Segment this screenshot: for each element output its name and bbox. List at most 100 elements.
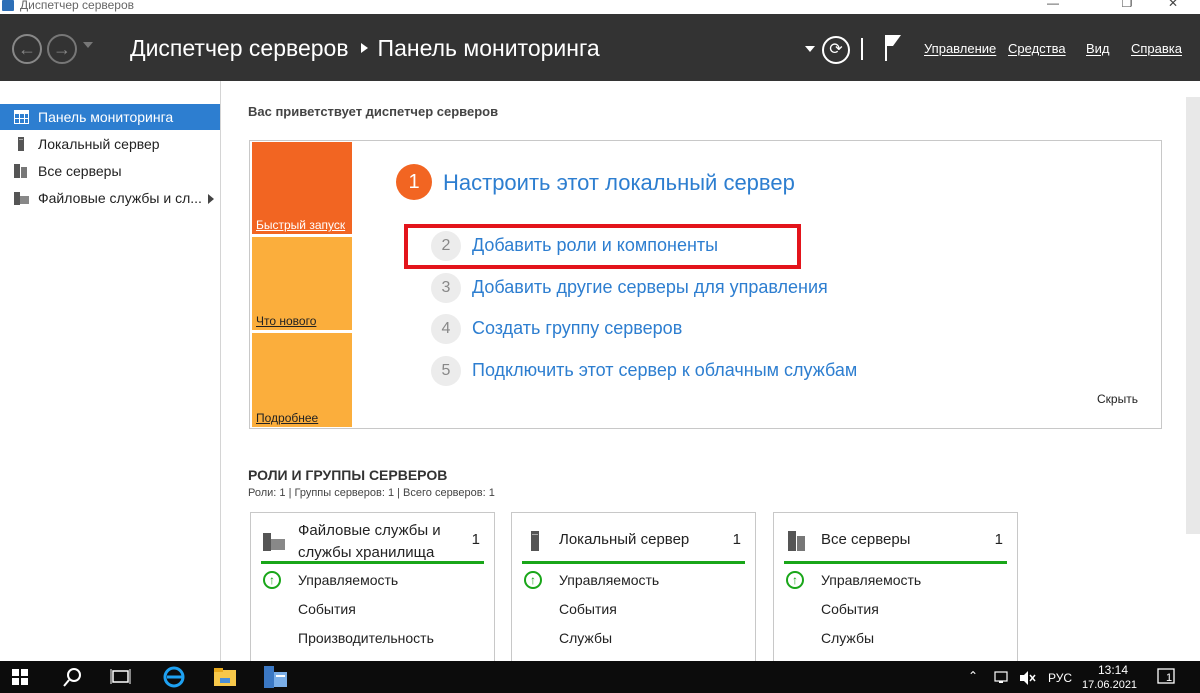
status-ok-arrow-icon: ↑ [524,571,542,589]
step-3-add-servers-link[interactable]: Добавить другие серверы для управления [472,277,828,298]
tile-label: Что нового [256,314,317,328]
role-card-all-servers[interactable]: Все серверы 1 ↑ Управляемость События Сл… [773,512,1018,664]
tile-quick-start[interactable]: Быстрый запуск [252,142,352,234]
dashboard-icon [14,110,29,124]
step-5-connect-cloud-link[interactable]: Подключить этот сервер к облачным служба… [472,360,857,381]
task-view-icon[interactable] [110,667,132,687]
file-explorer-icon[interactable] [213,666,237,688]
step-1-number: 1 [396,164,432,200]
notifications-flag-icon[interactable] [884,34,902,62]
language-indicator[interactable]: РУС [1048,671,1072,685]
hide-link[interactable]: Скрыть [1097,392,1138,406]
roles-summary: Роли: 1 | Группы серверов: 1 | Всего сер… [248,487,495,499]
tile-whats-new[interactable]: Что нового [252,237,352,330]
window-title: Диспетчер серверов [20,0,135,12]
step-4-number: 4 [431,314,461,344]
card-row-performance[interactable]: Производительность [298,630,434,646]
breadcrumb: Диспетчер серверов Панель мониторинга [130,35,600,62]
card-status-line [261,561,484,564]
sidebar-item-file-services[interactable]: Файловые службы и сл... [0,185,220,211]
roles-section-title: РОЛИ И ГРУППЫ СЕРВЕРОВ [248,467,448,483]
tile-label: Подробнее [256,411,319,425]
card-row-events[interactable]: События [821,601,879,617]
card-row-events[interactable]: События [298,601,356,617]
step-3-number: 3 [431,273,461,303]
close-button[interactable]: ✕ [1150,0,1196,14]
file-services-icon [14,192,29,205]
minimize-button[interactable]: — [1030,0,1076,14]
server-manager-taskbar-icon[interactable] [262,664,288,690]
step-1-configure-local-server[interactable]: Настроить этот локальный сервер [443,170,795,196]
role-card-file-services[interactable]: Файловые службы и службы хранилища 1 ↑ У… [250,512,495,664]
file-services-icon [263,533,285,551]
menu-manage[interactable]: Управление [924,41,996,56]
network-icon[interactable] [994,670,1010,686]
windows-start-icon[interactable] [12,669,28,685]
status-ok-arrow-icon: ↑ [786,571,804,589]
red-highlight-box [404,224,801,269]
card-title: Локальный сервер [559,531,690,548]
step-4-create-group-link[interactable]: Создать группу серверов [472,318,682,339]
expand-arrow-icon[interactable] [208,194,214,204]
clock-time[interactable]: 13:14 [1098,663,1128,677]
step-5-number: 5 [431,356,461,386]
clock-date[interactable]: 17.06.2021 [1082,679,1137,691]
tile-label: Быстрый запуск [256,218,346,232]
status-ok-arrow-icon: ↑ [263,571,281,589]
card-row-manageability[interactable]: Управляемость [298,572,398,588]
sidebar-item-local-server[interactable]: Локальный сервер [0,131,220,157]
sidebar-item-all-servers[interactable]: Все серверы [0,158,220,184]
tile-learn-more[interactable]: Подробнее [252,333,352,427]
taskbar: ⌃ РУС 13:14 17.06.2021 1 [0,661,1200,693]
history-dropdown-icon[interactable] [83,42,93,48]
show-hidden-icons-icon[interactable]: ⌃ [968,669,978,683]
menu-help[interactable]: Справка [1131,41,1182,56]
sidebar-item-label: Локальный сервер [38,136,160,152]
server-icon [531,531,539,551]
card-count: 1 [732,531,741,548]
role-card-local-server[interactable]: Локальный сервер 1 ↑ Управляемость Событ… [511,512,756,664]
forward-button[interactable]: → [47,34,77,64]
forward-arrow-icon: → [53,39,71,59]
back-arrow-icon: ← [18,39,36,59]
servers-icon [14,164,27,178]
refresh-button[interactable]: ⟳ [822,36,850,64]
server-icon [18,137,24,151]
sidebar-item-label: Файловые службы и сл... [38,190,202,206]
card-title: Файловые службы и службы хранилища [298,520,441,564]
sidebar: Панель мониторинга Локальный сервер Все … [0,81,221,661]
search-icon[interactable] [62,667,84,687]
card-status-line [522,561,745,564]
sidebar-item-label: Все серверы [38,163,122,179]
vertical-scrollbar[interactable] [1186,97,1200,534]
window-title-bar: Диспетчер серверов — ❐ ✕ [0,0,1200,14]
header-dropdown-icon[interactable] [805,46,815,52]
back-button[interactable]: ← [12,34,42,64]
card-count: 1 [994,531,1003,548]
breadcrumb-separator-icon [360,43,368,54]
sidebar-item-dashboard[interactable]: Панель мониторинга [0,104,220,130]
card-status-line [784,561,1007,564]
app-header: ← → Диспетчер серверов Панель мониторинга… [0,14,1200,81]
volume-muted-icon[interactable] [1019,670,1037,686]
card-title: Все серверы [821,531,911,548]
notification-count-badge: 1 [1166,672,1173,684]
card-row-services[interactable]: Службы [821,630,874,646]
breadcrumb-current: Панель мониторинга [377,35,600,61]
breadcrumb-root[interactable]: Диспетчер серверов [130,35,349,61]
card-row-events[interactable]: События [559,601,617,617]
menu-view[interactable]: Вид [1086,41,1110,56]
sidebar-item-label: Панель мониторинга [38,109,174,125]
refresh-icon: ⟳ [829,41,843,58]
card-row-manageability[interactable]: Управляемость [559,572,659,588]
card-row-manageability[interactable]: Управляемость [821,572,921,588]
card-row-services[interactable]: Службы [559,630,612,646]
card-count: 1 [471,531,480,548]
server-manager-app-icon [2,0,14,11]
menu-tools[interactable]: Средства [1008,41,1066,56]
maximize-button[interactable]: ❐ [1104,0,1150,14]
servers-icon [788,531,805,551]
internet-explorer-icon[interactable] [162,665,186,689]
welcome-title: Вас приветствует диспетчер серверов [248,104,499,119]
card-title-line-1: Файловые службы и [298,522,441,539]
